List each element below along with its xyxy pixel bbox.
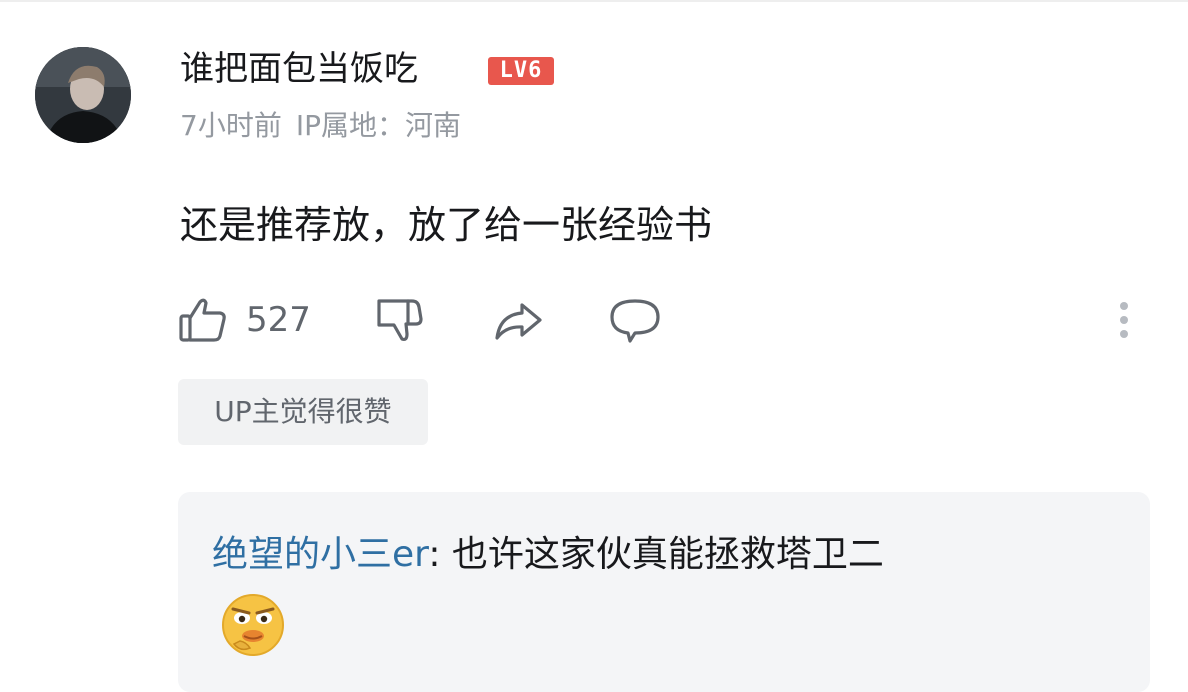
- reply-text: 也许这家伙真能拯救塔卫二: [451, 534, 884, 575]
- avatar[interactable]: [35, 47, 131, 143]
- reply-separator: :: [428, 534, 452, 575]
- reply-preview[interactable]: 绝望的小三er: 也许这家伙真能拯救塔卫二: [178, 492, 1150, 692]
- top-divider: [0, 0, 1188, 2]
- username[interactable]: 谁把面包当饭吃: [180, 46, 418, 92]
- reply-author[interactable]: 绝望的小三er: [212, 534, 428, 575]
- smirk-emoji-icon: [220, 592, 286, 658]
- share-button[interactable]: [492, 294, 544, 346]
- up-liked-badge: UP主觉得很赞: [178, 379, 428, 445]
- like-count: 527: [246, 300, 311, 340]
- reply-line: 绝望的小三er: 也许这家伙真能拯救塔卫二: [212, 530, 884, 580]
- more-button[interactable]: [1112, 294, 1136, 346]
- comment-meta: 7小时前 IP属地：河南: [180, 108, 461, 144]
- comment-icon: [608, 295, 662, 345]
- thumbs-up-icon: [178, 295, 228, 345]
- comment-time: 7小时前: [180, 109, 282, 142]
- comment-actions: 527: [178, 294, 1158, 346]
- more-vertical-icon: [1118, 298, 1130, 342]
- thumbs-down-icon: [374, 295, 424, 345]
- share-icon: [492, 295, 544, 345]
- like-button[interactable]: 527: [178, 294, 311, 346]
- dislike-button[interactable]: [374, 294, 424, 346]
- comment-text: 还是推荐放，放了给一张经验书: [180, 203, 713, 247]
- reply-button[interactable]: [608, 294, 662, 346]
- level-badge: LV6: [488, 57, 554, 85]
- ip-location: IP属地：河南: [295, 109, 461, 142]
